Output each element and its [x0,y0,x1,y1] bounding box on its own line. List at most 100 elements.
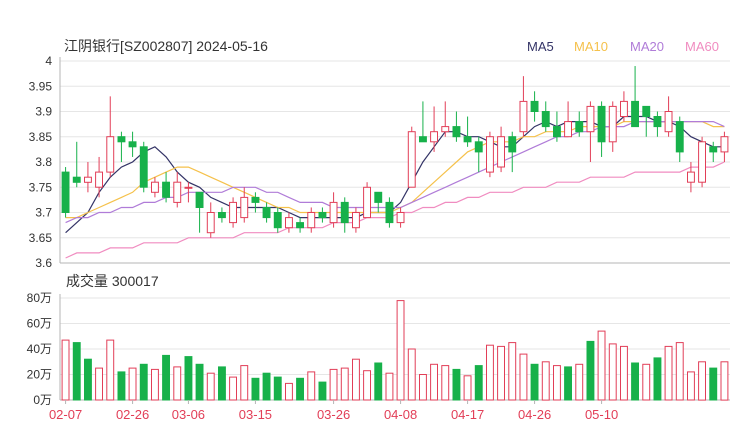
volume-bar [631,362,639,401]
candle-body [318,212,327,219]
candle [631,66,639,128]
volume-bar [195,363,204,401]
candle [128,131,137,157]
candle-body [229,201,238,224]
candle [530,91,539,122]
candle-body [519,100,528,133]
candle-body [162,181,171,198]
candle-body [508,136,517,153]
candle [340,197,349,233]
volume-bar [84,358,92,401]
volume-bar [575,363,584,401]
volume-bar [474,365,483,401]
candle [273,207,282,233]
candle [709,141,718,162]
volume-title: 成交量 300017 [66,273,159,289]
candle-body [687,171,695,183]
date-tick-label: 05-10 [585,407,618,422]
candle-body [352,212,360,229]
candle-body [463,136,472,143]
candle-body [653,116,662,128]
volume-bar [709,367,718,401]
candle [664,96,673,137]
candle [385,197,394,228]
candle [84,162,92,193]
volume-bar [218,366,226,401]
volume-bar [363,370,372,401]
candle [139,141,148,193]
candle-body [218,212,226,219]
volume-bar [486,344,494,401]
legend-item-ma60: MA60 [685,39,719,54]
candle [285,212,293,233]
candle-body [385,201,394,224]
candle [586,101,595,162]
volume-bar [340,367,349,401]
price-tick-label: 3.95 [29,79,53,93]
volume-bar [698,361,706,401]
candle [441,101,450,137]
candle-body [340,201,349,224]
ma-legend: MA5 MA10 MA20 MA60 [527,39,719,54]
candle [173,172,182,208]
volume-grid [59,294,730,401]
volume-bar [162,354,171,401]
volume-bar [206,372,215,401]
volume-bar [642,363,651,401]
candle [474,136,483,173]
volume-bar [508,342,517,401]
candle-body [698,141,706,183]
candle-body [675,121,684,153]
candle [497,126,506,173]
candle [419,101,427,143]
volume-bar [653,357,662,401]
candle-body [709,146,718,153]
candle [374,191,383,213]
candle [329,192,338,228]
volume-bar [184,356,193,401]
candle [430,106,439,152]
candle [452,111,461,142]
volume-bar [720,361,729,401]
date-tick-label: 03-26 [317,407,350,422]
date-tick-label: 03-15 [239,407,272,422]
volume-bar [374,362,383,401]
candle-body [530,100,539,113]
candle-body [396,212,405,224]
candle-body [497,136,506,168]
candle [675,116,684,162]
volume-bar [296,377,305,401]
candle [206,202,215,238]
candle-body [608,105,617,143]
candle [352,207,360,233]
candle [363,182,372,219]
volume-bar [262,372,271,401]
volume-bar [307,371,316,401]
candle [720,131,729,162]
candle-body [486,136,494,173]
candle [240,187,249,223]
candle-body [84,176,92,183]
candle [519,76,528,137]
candle-body [61,171,70,214]
candle-body [72,176,81,183]
candle-body [151,181,159,193]
volume-bar [128,367,137,401]
candle [508,131,517,173]
date-tick-label: 02-26 [116,407,149,422]
candle-body [541,111,550,128]
volume-bar [396,300,405,401]
volume-y-axis: 0万 20万 40万 60万 80万 [27,291,52,407]
volume-bar [95,367,103,401]
price-tick-label: 3.65 [29,231,53,245]
date-axis: 02-07 02-26 03-06 03-15 03-26 04-08 04-17 04-26… [49,400,618,422]
legend-item-ma20: MA20 [630,39,664,54]
candle-body [564,121,572,138]
volume-bar [151,368,159,401]
volume-bar [318,381,327,401]
volume-bars [61,300,729,401]
candle [95,156,103,198]
volume-bar [240,365,249,401]
candle-body [430,131,439,143]
volume-bar [530,363,539,401]
